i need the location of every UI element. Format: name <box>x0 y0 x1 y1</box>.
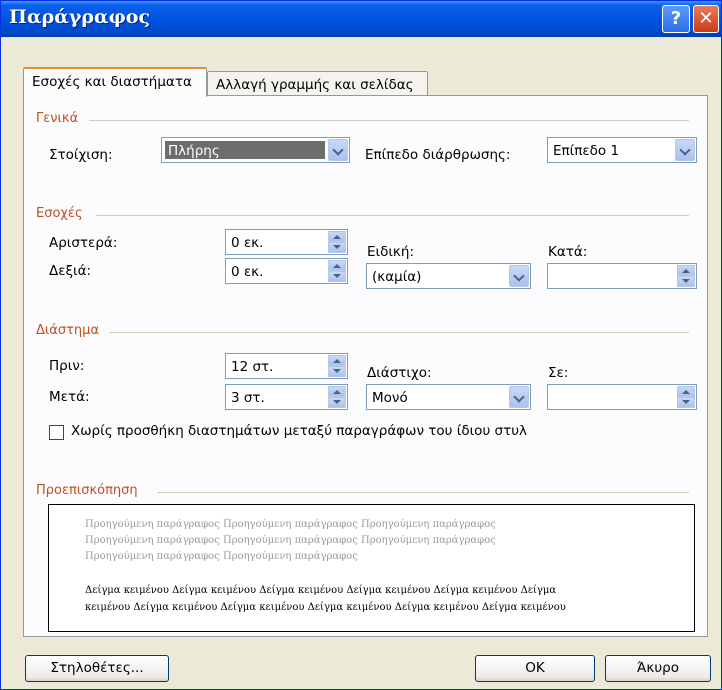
indent-by-label: Κατά: <box>548 244 588 260</box>
special-indent-label: Ειδική: <box>367 244 414 260</box>
tabs-button[interactable]: Στηλοθέτες... <box>25 655 169 682</box>
tab-line-and-page-breaks[interactable]: Αλλαγή γραμμής και σελίδας <box>207 71 428 97</box>
spin-up-icon[interactable] <box>328 231 346 242</box>
group-divider <box>89 120 689 121</box>
space-before-spinner[interactable]: 12 στ. <box>225 353 348 379</box>
tab-label: Εσοχές και διαστήματα <box>32 74 192 90</box>
preview-group-label: Προεπισκόπηση <box>36 483 138 498</box>
space-before-label: Πριν: <box>49 358 85 374</box>
preview-sample-line: κειμένου Δείγμα κειμένου Δείγμα κειμένου… <box>85 602 566 613</box>
line-spacing-label: Διάστιχο: <box>367 365 432 381</box>
spin-up-icon[interactable] <box>677 386 695 397</box>
right-indent-value: 0 εκ. <box>231 264 264 280</box>
chevron-down-icon[interactable] <box>509 265 529 287</box>
spacing-at-label: Σε: <box>548 365 569 381</box>
help-button[interactable]: ? <box>662 5 690 33</box>
group-divider <box>96 215 689 216</box>
tab-label: Αλλαγή γραμμής και σελίδας <box>216 77 414 93</box>
right-indent-label: Δεξιά: <box>49 263 92 279</box>
spin-down-icon[interactable] <box>677 276 695 287</box>
outline-level-value: Επίπεδο 1 <box>553 143 620 159</box>
indentation-group-label: Εσοχές <box>36 206 83 221</box>
left-indent-value: 0 εκ. <box>231 235 264 251</box>
spin-up-icon[interactable] <box>328 386 346 397</box>
preview-previous-line: Προηγούμενη παράγραφος Προηγούμενη παράγ… <box>85 535 496 546</box>
title-bar[interactable]: Παράγραφος ? ✕ <box>1 1 721 37</box>
alignment-label: Στοίχιση: <box>49 147 113 163</box>
spin-down-icon[interactable] <box>328 397 346 408</box>
chevron-down-icon[interactable] <box>675 139 695 161</box>
chevron-down-icon[interactable] <box>509 386 529 408</box>
spin-up-icon[interactable] <box>328 355 346 366</box>
group-divider <box>109 332 689 333</box>
right-indent-spinner[interactable]: 0 εκ. <box>225 258 348 284</box>
spin-down-icon[interactable] <box>328 366 346 377</box>
preview-previous-line: Προηγούμενη παράγραφος Προηγούμενη παράγ… <box>85 519 496 530</box>
group-divider <box>157 492 689 493</box>
paragraph-dialog: Παράγραφος ? ✕ Εσοχές και διαστήματα Αλλ… <box>0 0 722 690</box>
dialog-title: Παράγραφος <box>9 6 151 28</box>
special-indent-dropdown[interactable]: (καμία) <box>366 263 531 289</box>
space-after-label: Μετά: <box>49 389 90 405</box>
close-button[interactable]: ✕ <box>693 5 719 33</box>
spin-up-icon[interactable] <box>677 265 695 276</box>
preview-previous-line: Προηγούμενη παράγραφος Προηγούμενη παράγ… <box>85 551 358 562</box>
cancel-button[interactable]: Άκυρο <box>605 655 711 682</box>
special-indent-value: (καμία) <box>372 269 422 285</box>
line-spacing-value: Μονό <box>372 390 408 406</box>
ok-button[interactable]: ΟΚ <box>475 655 595 682</box>
space-before-value: 12 στ. <box>231 359 274 375</box>
spin-down-icon[interactable] <box>328 271 346 282</box>
line-spacing-dropdown[interactable]: Μονό <box>366 384 531 410</box>
spacing-at-spinner[interactable] <box>547 384 697 410</box>
space-after-value: 3 στ. <box>231 390 265 406</box>
preview-sample-line: Δείγμα κειμένου Δείγμα κειμένου Δείγμα κ… <box>85 585 557 596</box>
alignment-value: Πλήρης <box>168 143 220 159</box>
general-group-label: Γενικά <box>36 111 79 126</box>
outline-level-dropdown[interactable]: Επίπεδο 1 <box>547 137 697 163</box>
no-space-same-style-checkbox[interactable] <box>49 425 64 440</box>
tab-indents-and-spacing[interactable]: Εσοχές και διαστήματα <box>23 67 207 97</box>
spacing-group-label: Διάστημα <box>36 323 100 338</box>
left-indent-label: Αριστερά: <box>49 235 118 251</box>
indent-by-spinner[interactable] <box>547 263 697 289</box>
chevron-down-icon[interactable] <box>328 139 348 161</box>
outline-level-label: Επίπεδο διάρθρωσης: <box>365 147 511 163</box>
spin-down-icon[interactable] <box>677 397 695 408</box>
alignment-dropdown[interactable]: Πλήρης <box>161 137 350 163</box>
space-after-spinner[interactable]: 3 στ. <box>225 384 348 410</box>
spin-down-icon[interactable] <box>328 242 346 253</box>
paragraph-preview: Προηγούμενη παράγραφος Προηγούμενη παράγ… <box>48 504 695 632</box>
spin-up-icon[interactable] <box>328 260 346 271</box>
no-space-same-style-label[interactable]: Χωρίς προσθήκη διαστημάτων μεταξύ παραγρ… <box>71 423 527 439</box>
left-indent-spinner[interactable]: 0 εκ. <box>225 229 348 255</box>
